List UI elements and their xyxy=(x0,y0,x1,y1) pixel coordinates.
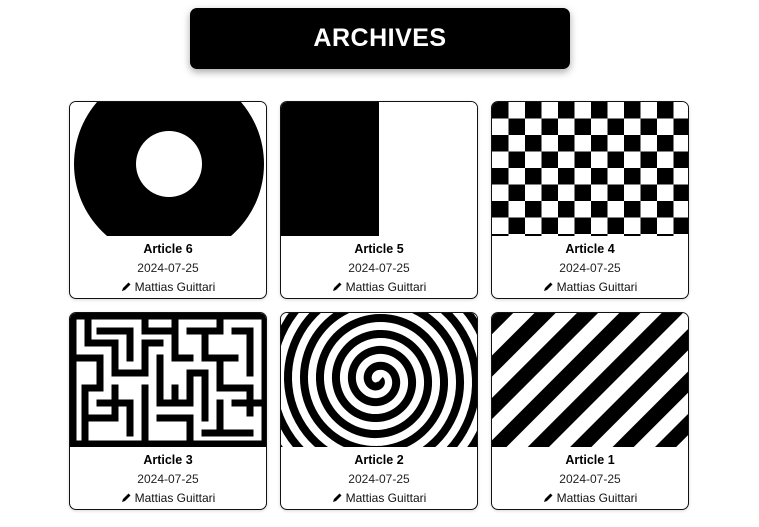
article-card-4[interactable]: Article 4 2024-07-25 Mattias Guittari xyxy=(491,101,689,299)
author-name: Mattias Guittari xyxy=(134,280,216,294)
article-author: Mattias Guittari xyxy=(492,278,688,298)
maze-pattern-thumbnail xyxy=(70,313,266,447)
article-title[interactable]: Article 3 xyxy=(70,451,266,470)
author-name: Mattias Guittari xyxy=(556,491,638,505)
article-grid: Article 6 2024-07-25 Mattias Guittari Ar… xyxy=(0,0,759,527)
pen-icon xyxy=(332,279,343,298)
pen-icon xyxy=(543,490,554,509)
checkerboard-pattern-thumbnail xyxy=(492,102,688,236)
pen-icon xyxy=(121,490,132,509)
article-card-1[interactable]: Article 1 2024-07-25 Mattias Guittari xyxy=(491,312,689,510)
article-author: Mattias Guittari xyxy=(70,278,266,298)
article-date: 2024-07-25 xyxy=(348,261,410,275)
article-author: Mattias Guittari xyxy=(281,489,477,509)
article-date: 2024-07-25 xyxy=(559,261,621,275)
pen-icon xyxy=(332,490,343,509)
author-name: Mattias Guittari xyxy=(345,491,427,505)
ring-pattern-thumbnail xyxy=(70,102,266,236)
pen-icon xyxy=(543,279,554,298)
article-card-3[interactable]: Article 3 2024-07-25 Mattias Guittari xyxy=(69,312,267,510)
diagonal-stripes-pattern-thumbnail xyxy=(492,313,688,447)
article-title[interactable]: Article 1 xyxy=(492,451,688,470)
half-block-pattern-thumbnail xyxy=(281,102,477,236)
article-card-2[interactable]: Article 2 2024-07-25 Mattias Guittari xyxy=(280,312,478,510)
article-title[interactable]: Article 2 xyxy=(281,451,477,470)
pen-icon xyxy=(121,279,132,298)
article-title[interactable]: Article 5 xyxy=(281,240,477,259)
author-name: Mattias Guittari xyxy=(134,491,216,505)
article-card-5[interactable]: Article 5 2024-07-25 Mattias Guittari xyxy=(280,101,478,299)
article-date: 2024-07-25 xyxy=(559,472,621,486)
author-name: Mattias Guittari xyxy=(345,280,427,294)
author-name: Mattias Guittari xyxy=(556,280,638,294)
article-title[interactable]: Article 6 xyxy=(70,240,266,259)
spiral-pattern-thumbnail xyxy=(281,313,477,447)
article-author: Mattias Guittari xyxy=(492,489,688,509)
article-author: Mattias Guittari xyxy=(70,489,266,509)
article-title[interactable]: Article 4 xyxy=(492,240,688,259)
article-date: 2024-07-25 xyxy=(137,472,199,486)
article-date: 2024-07-25 xyxy=(348,472,410,486)
article-date: 2024-07-25 xyxy=(137,261,199,275)
article-author: Mattias Guittari xyxy=(281,278,477,298)
article-card-6[interactable]: Article 6 2024-07-25 Mattias Guittari xyxy=(69,101,267,299)
